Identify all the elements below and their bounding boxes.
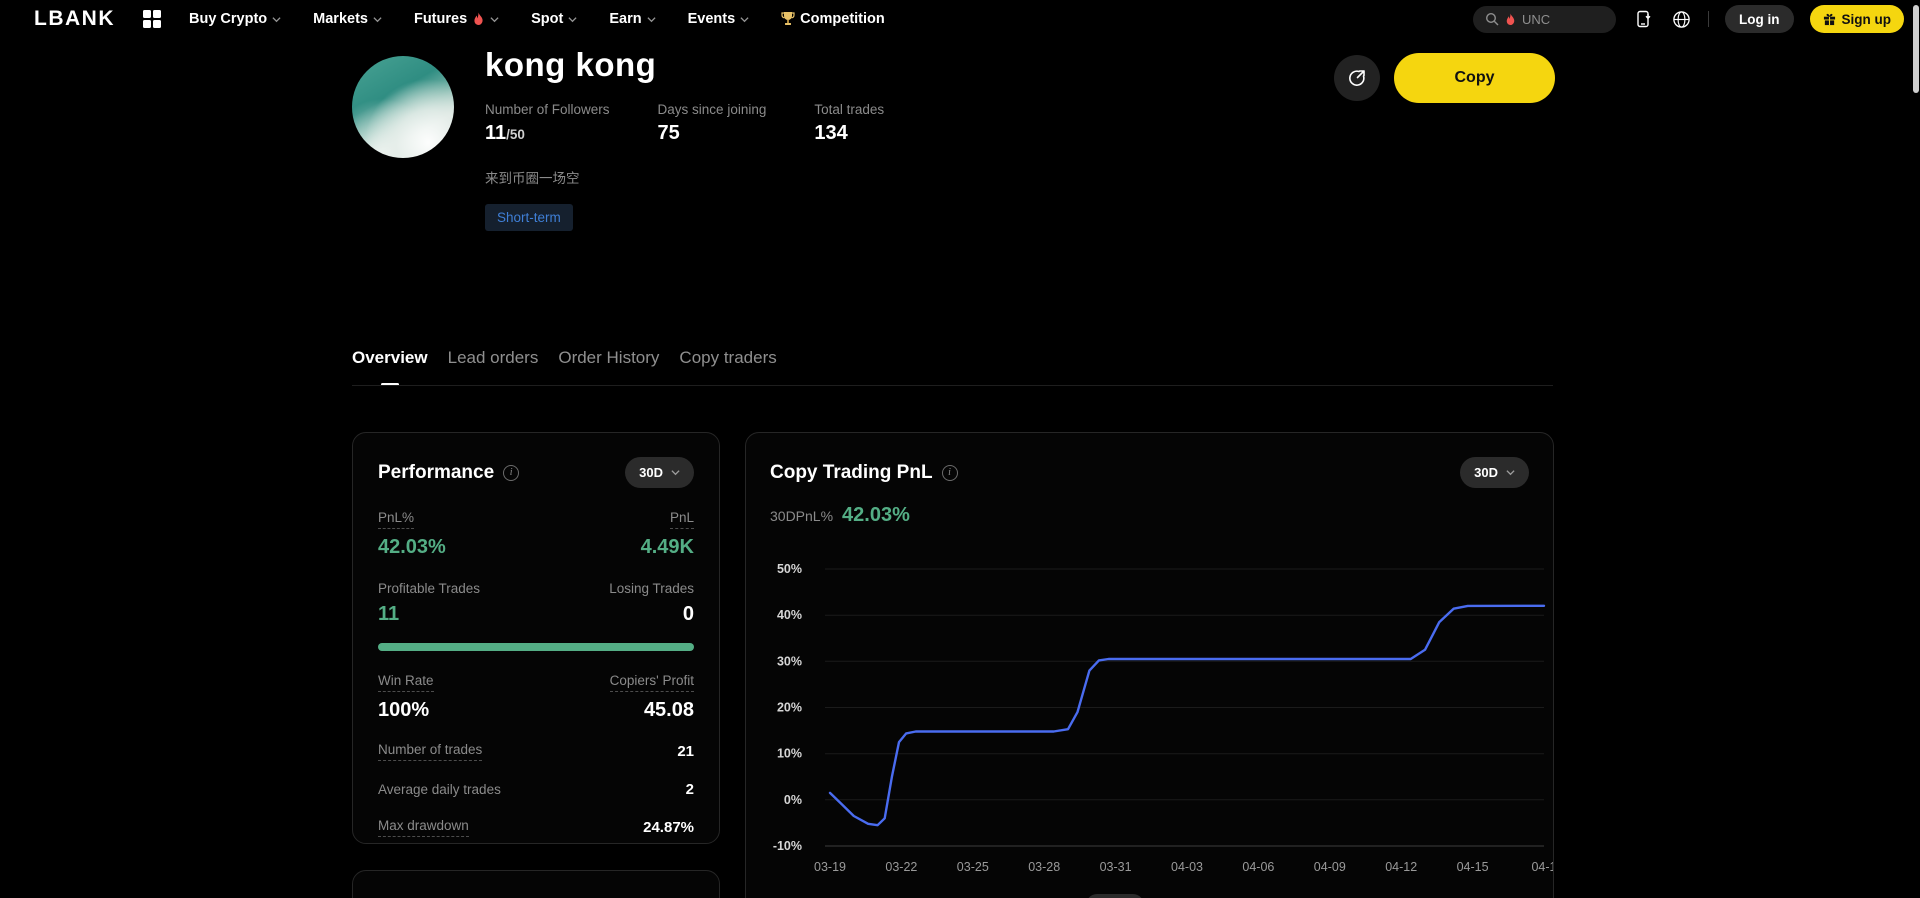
copy-trading-pnl-card: Copy Trading PnL i 30D 30DPnL% 42.03% 50… [745,432,1554,898]
nav-menu: Buy Crypto Markets Futures Spot Earn Eve… [189,11,885,27]
scrollbar[interactable] [1912,0,1920,898]
svg-text:10%: 10% [777,747,802,761]
svg-text:0%: 0% [784,793,802,807]
info-icon[interactable]: i [503,464,520,481]
profile-stats: Number of Followers 11/50 Days since joi… [485,102,884,145]
flame-icon [474,12,483,25]
chevron-down-icon [490,16,499,22]
scrollbar-thumb[interactable] [1913,5,1919,93]
pnl-chart-title: Copy Trading PnL [770,461,933,483]
info-icon[interactable]: i [941,464,958,481]
chevron-down-icon [272,16,281,22]
login-button[interactable]: Log in [1725,5,1794,33]
performance-period-select[interactable]: 30D [625,457,694,488]
max-drawdown-row: Max drawdown 24.87% [378,818,694,837]
win-rate-stat: Win Rate 100% [378,673,434,721]
svg-text:-10%: -10% [773,839,802,853]
profitable-trades-stat: Profitable Trades 11 [378,581,481,625]
trader-style-badge: Short-term [485,204,573,231]
chevron-down-icon [373,16,382,22]
page: LBANK Buy Crypto Markets Futures Spot Ea… [0,0,1920,898]
share-button[interactable] [1334,55,1380,101]
svg-text:03-22: 03-22 [885,860,917,874]
nav-item-competition[interactable]: Competition [781,11,885,27]
svg-text:04-15: 04-15 [1457,860,1489,874]
stat-days-joined: Days since joining 75 [657,102,767,144]
app-download-icon[interactable] [1632,8,1654,30]
svg-text:03-19: 03-19 [814,860,846,874]
profile-actions: Copy [1334,53,1555,103]
svg-text:03-25: 03-25 [957,860,989,874]
chevron-down-icon [1506,470,1515,476]
pnl-period-select[interactable]: 30D [1460,457,1529,488]
win-loss-progress-bar [378,643,694,651]
chevron-down-icon [647,16,656,22]
page-title: kong kong [485,46,657,83]
divider [1708,11,1709,27]
profile-info: kong kong Number of Followers 11/50 Days… [485,46,884,231]
svg-text:04-09: 04-09 [1314,860,1346,874]
performance-title: Performance [378,461,495,483]
avatar [352,56,454,158]
number-of-trades-row: Number of trades 21 [378,742,694,761]
copiers-profit-stat: Copiers' Profit 45.08 [609,673,694,721]
lbank-logo[interactable]: LBANK [34,7,115,31]
divider [352,385,1553,386]
profile-bio: 来到币圈一场空 [485,171,580,186]
svg-text:20%: 20% [777,701,802,715]
svg-text:04-1: 04-1 [1531,860,1554,874]
chart-bottom-pill[interactable] [1086,894,1144,898]
nav-item-earn[interactable]: Earn [609,11,656,27]
svg-text:50%: 50% [777,562,802,576]
search-input[interactable]: UNC [1473,5,1616,33]
nav-item-futures[interactable]: Futures [414,11,499,27]
nav-item-buy-crypto[interactable]: Buy Crypto [189,11,281,27]
gift-icon [1823,13,1835,25]
svg-text:40%: 40% [777,608,802,622]
chevron-down-icon [671,470,680,476]
pnl-subtitle-value: 42.03% [842,504,910,526]
nav-item-markets[interactable]: Markets [313,11,382,27]
next-card-partial [352,870,720,898]
pnl-pct-stat: PnL% 42.03% [378,510,446,558]
top-nav: LBANK Buy Crypto Markets Futures Spot Ea… [0,0,1920,38]
pnl-subtitle-label: 30DPnL% [770,508,834,524]
stat-total-trades: Total trades 134 [814,102,885,144]
pnl-line-chart: 50% 40% 30% 20% 10% 0% -10% 03-19 03-22 03-25 03-2… [773,562,1554,874]
svg-text:04-12: 04-12 [1385,860,1417,874]
signup-button[interactable]: Sign up [1809,5,1904,33]
trophy-icon [781,12,795,25]
language-globe-icon[interactable] [1670,8,1692,30]
average-daily-trades-row: Average daily trades 2 [378,781,694,798]
losing-trades-stat: Losing Trades 0 [609,581,694,625]
nav-item-spot[interactable]: Spot [531,11,577,27]
performance-card: Performance i 30D PnL% 42.03% PnL 4.49K … [352,432,720,844]
chevron-down-icon [568,16,577,22]
pnl-stat: PnL 4.49K [640,510,694,558]
search-icon [1485,12,1499,26]
svg-text:03-28: 03-28 [1028,860,1060,874]
share-icon [1349,70,1365,86]
copy-button[interactable]: Copy [1394,53,1555,103]
svg-text:30%: 30% [777,654,802,668]
svg-text:04-06: 04-06 [1242,860,1274,874]
trending-flame-icon [1506,13,1515,25]
svg-text:04-03: 04-03 [1171,860,1203,874]
apps-grid-icon[interactable] [143,10,161,28]
chevron-down-icon [740,16,749,22]
nav-item-events[interactable]: Events [688,11,750,27]
svg-text:03-31: 03-31 [1100,860,1132,874]
search-trending-term: UNC [1522,11,1551,27]
stat-followers: Number of Followers 11/50 [485,102,610,144]
